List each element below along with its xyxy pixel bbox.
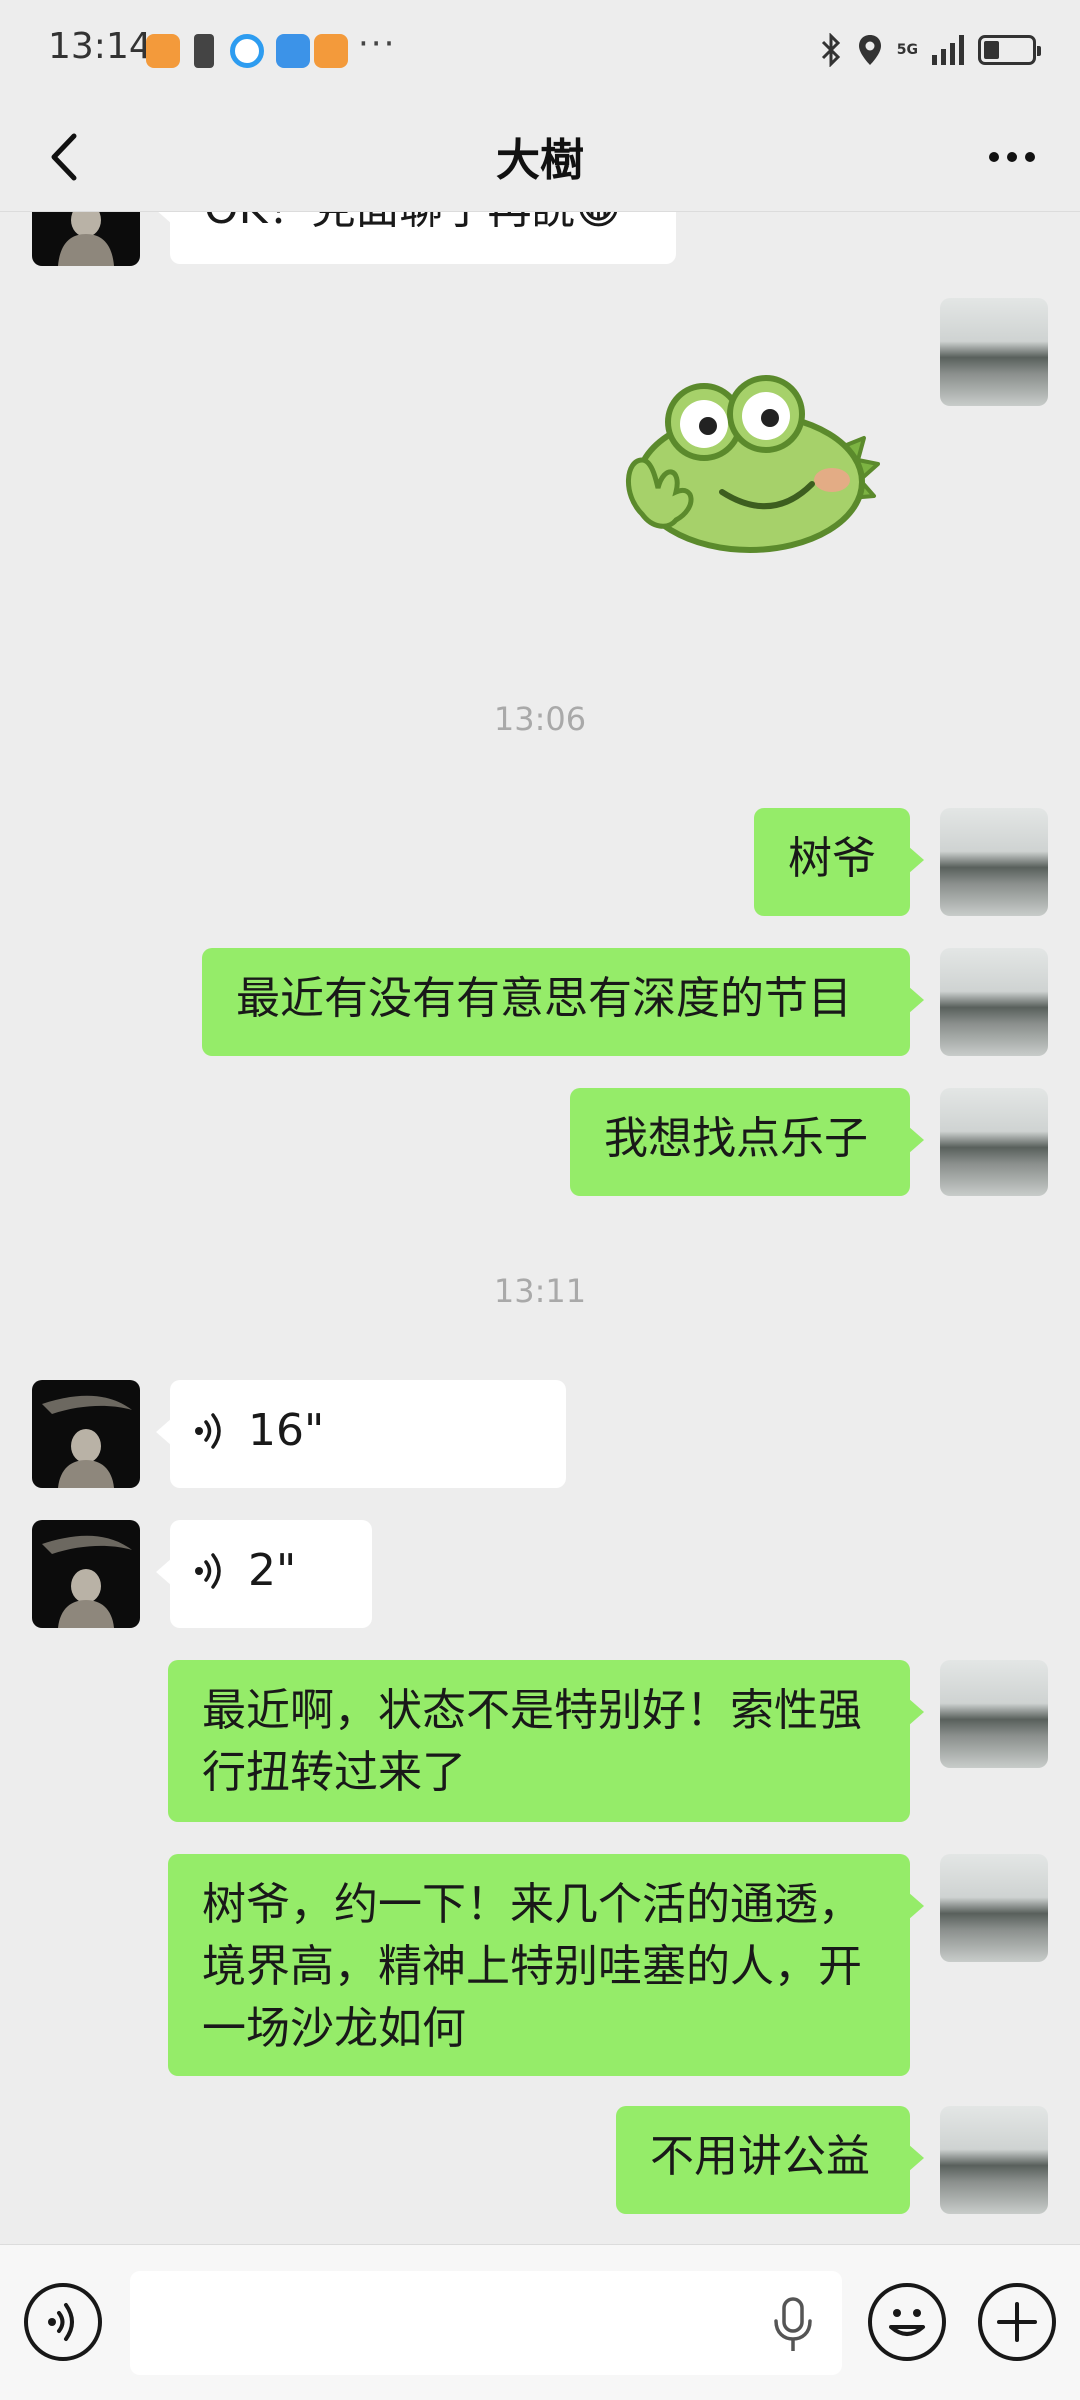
my-avatar[interactable] xyxy=(940,1854,1048,1962)
more-notifications-indicator: ··· xyxy=(358,24,397,64)
timestamp: 13:11 xyxy=(493,1272,587,1310)
chat-options-button[interactable] xyxy=(972,122,1052,192)
voice-wave-icon xyxy=(195,1553,221,1589)
emoji-button[interactable] xyxy=(868,2283,946,2361)
message-text: 最近有没有有意思有深度的节目 xyxy=(236,973,852,1024)
statue-image xyxy=(58,212,114,266)
message-list[interactable]: OK！見面聊了再說😁 13:06 树爷 最近有没有有意思有深度的节目 我想找点乐… xyxy=(0,212,1080,2244)
chat-title: 大樹 xyxy=(496,135,584,186)
message-input[interactable] xyxy=(130,2271,842,2375)
my-avatar[interactable] xyxy=(940,808,1048,916)
message-text: 最近啊，状态不是特别好！索性强行扭转过来了 xyxy=(202,1685,862,1798)
voice-wave-icon xyxy=(195,1413,221,1449)
my-avatar[interactable] xyxy=(940,948,1048,1056)
message-text: 树爷 xyxy=(788,833,876,884)
emoji-icon xyxy=(889,2309,925,2336)
green-frog-sticker xyxy=(626,375,880,553)
voice-duration: 2" xyxy=(248,1545,297,1596)
warning-notification-icon xyxy=(194,34,214,68)
message-text: 树爷，约一下！来几个活的通透，境界高，精神上特别哇塞的人，开一场沙龙如何 xyxy=(202,1879,862,2054)
bluetooth-icon xyxy=(821,33,840,67)
message-bubble[interactable]: 树爷 xyxy=(754,808,924,916)
signal-strength-icon xyxy=(932,35,964,65)
message-text: 不用讲公益 xyxy=(650,2131,870,2182)
microphone-button[interactable] xyxy=(770,2297,816,2353)
message-text: OK！見面聊了再說😁 xyxy=(204,212,621,234)
message-bubble[interactable]: 最近有没有有意思有深度的节目 xyxy=(202,948,924,1056)
battery-icon xyxy=(978,35,1041,65)
network-type-label: 5G xyxy=(896,42,918,58)
status-icons: 5G xyxy=(819,30,1041,70)
status-time: 13:14 xyxy=(48,26,152,67)
message-text: 我想找点乐子 xyxy=(604,1113,868,1164)
battery-level-fill xyxy=(984,41,999,59)
app-notification-icon-2 xyxy=(314,34,348,68)
more-horizontal-icon xyxy=(989,152,1035,162)
voice-duration: 16" xyxy=(248,1405,325,1456)
voice-mode-button[interactable] xyxy=(24,2283,102,2361)
voice-mode-icon xyxy=(48,2303,74,2341)
contact-avatar[interactable] xyxy=(32,212,140,266)
timestamp: 13:06 xyxy=(493,700,587,738)
microphone-icon xyxy=(774,2297,812,2351)
browser-notification-icon xyxy=(230,34,264,68)
my-avatar[interactable] xyxy=(940,1088,1048,1196)
location-icon xyxy=(858,35,881,65)
chat-header: 大樹 xyxy=(0,100,1080,212)
weather-notification-icon xyxy=(276,34,310,68)
statue-image xyxy=(42,1395,132,1488)
my-avatar[interactable] xyxy=(940,1660,1048,1768)
contact-avatar[interactable] xyxy=(32,1380,140,1488)
message-bubble[interactable]: 我想找点乐子 xyxy=(570,1088,924,1196)
statue-image xyxy=(42,1535,132,1628)
my-avatar[interactable] xyxy=(940,298,1048,406)
message-bubble[interactable]: OK！見面聊了再說😁 xyxy=(156,212,676,264)
message-bubble[interactable]: 树爷，约一下！来几个活的通透，境界高，精神上特别哇塞的人，开一场沙龙如何 xyxy=(168,1854,924,2076)
sticker-message[interactable] xyxy=(612,364,892,564)
my-avatar[interactable] xyxy=(940,2106,1048,2214)
voice-message-bubble[interactable]: 2" xyxy=(156,1520,372,1628)
app-notification-icon xyxy=(146,34,180,68)
input-bar xyxy=(0,2244,1080,2400)
contact-avatar[interactable] xyxy=(32,1520,140,1628)
message-bubble[interactable]: 不用讲公益 xyxy=(616,2106,924,2214)
message-bubble[interactable]: 最近啊，状态不是特别好！索性强行扭转过来了 xyxy=(168,1660,924,1822)
voice-message-bubble[interactable]: 16" xyxy=(156,1380,566,1488)
status-bar: 13:14 ··· 5G xyxy=(0,0,1080,100)
plus-circle-icon xyxy=(997,2302,1037,2342)
add-attachment-button[interactable] xyxy=(978,2283,1056,2361)
